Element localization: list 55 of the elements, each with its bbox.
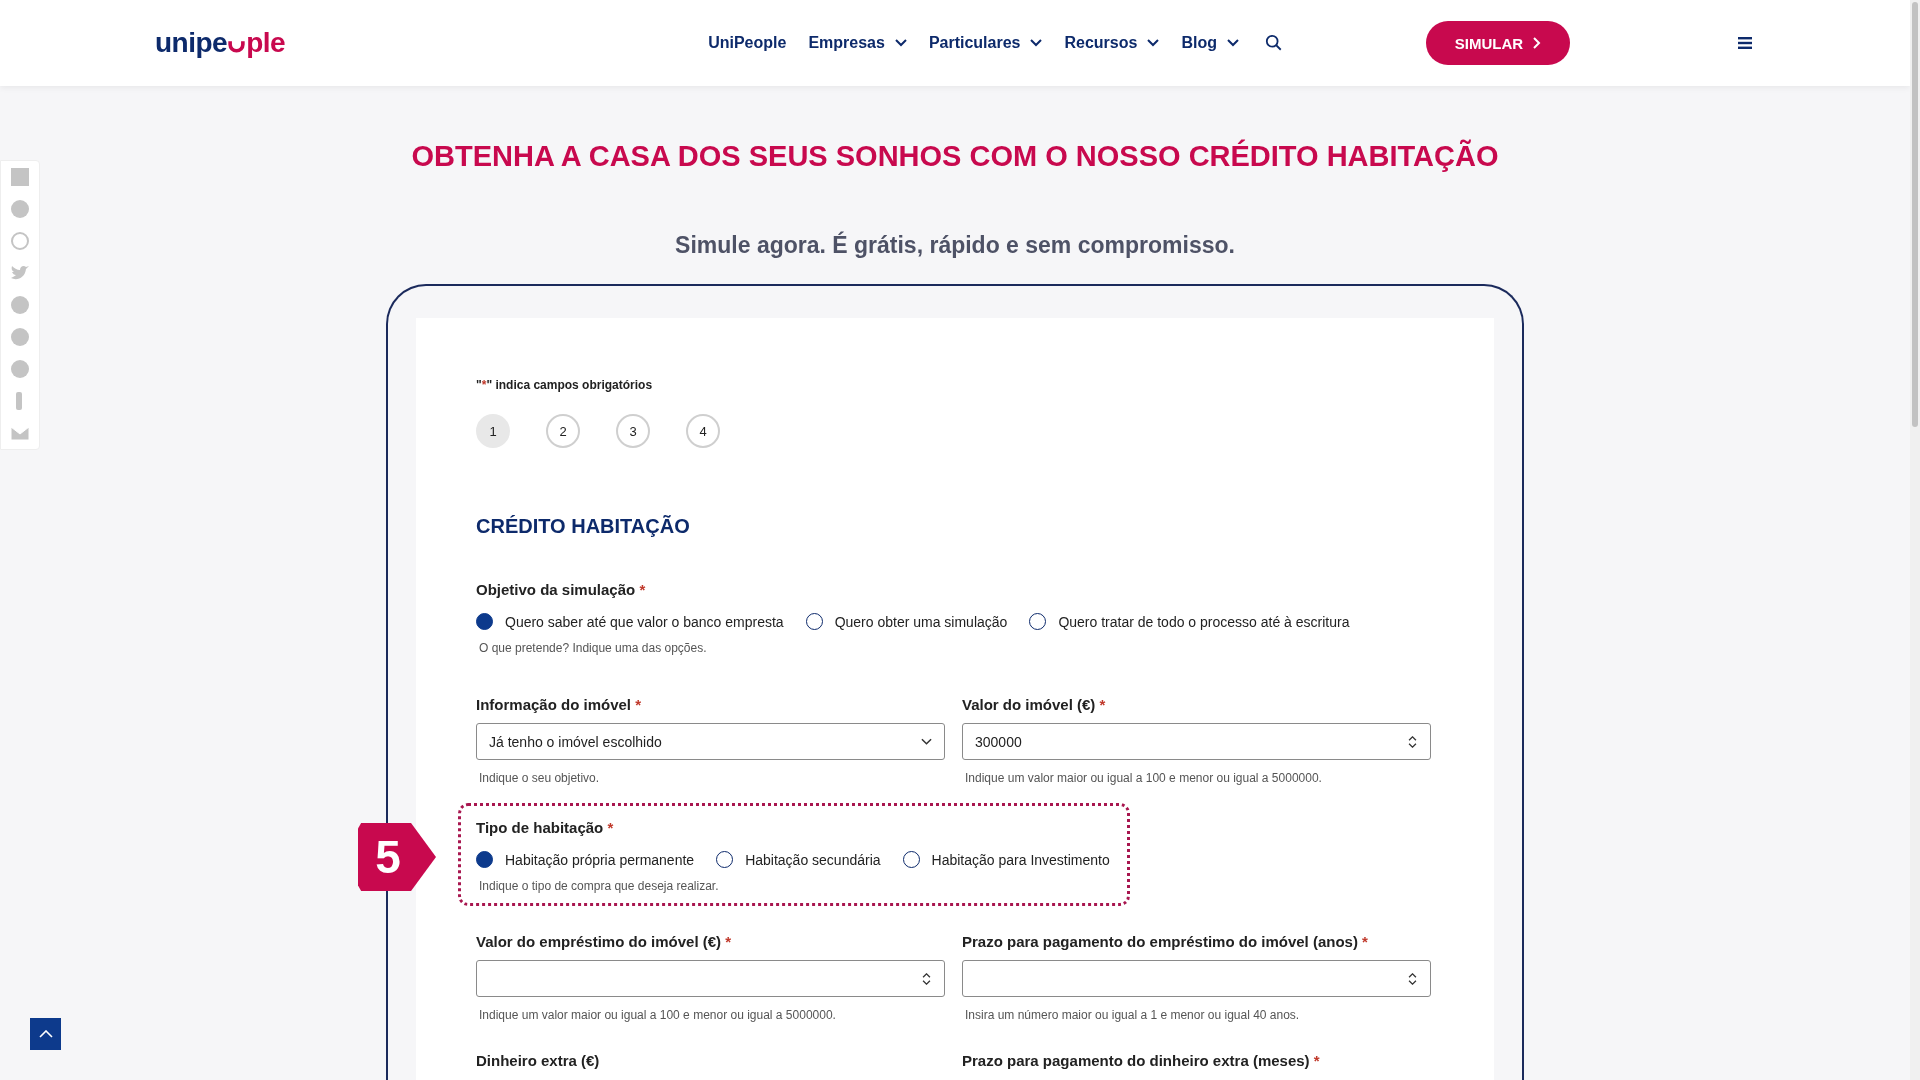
step-indicator[interactable]: 1 <box>476 414 510 448</box>
scrollbar[interactable] <box>1910 0 1920 1080</box>
radio-option[interactable]: Habitação secundária <box>716 851 881 868</box>
radio-button[interactable] <box>476 851 493 868</box>
chevron-right-icon <box>1533 37 1542 49</box>
help-text: Indique o seu objetivo. <box>478 771 601 785</box>
radio-option[interactable]: Quero tratar de todo o processo até à escritura <box>1029 613 1350 630</box>
chevron-down-icon <box>1147 39 1160 47</box>
spinner-icon <box>1407 735 1418 748</box>
number-field[interactable]: 300000 <box>962 723 1431 760</box>
nav-link[interactable]: Empresas <box>808 34 907 52</box>
radio-option[interactable]: Habitação própria permanente <box>476 851 695 868</box>
step-badge: 5 <box>358 823 436 891</box>
required-note: "*" indica campos obrigatórios <box>476 378 654 392</box>
section-title: CRÉDITO HABITAÇÃO <box>476 515 691 538</box>
field-label: Valor do empréstimo do imóvel (€) * <box>476 932 733 952</box>
field-label: Informação do imóvel * <box>476 695 643 715</box>
select-field[interactable]: Já tenho o imóvel escolhido <box>476 723 945 760</box>
chevron-down-icon <box>1226 39 1239 47</box>
help-text: Indique um valor maior ou igual a 100 e menor ou igual a 5000000. <box>964 771 1323 785</box>
page-title: OBTENHA A CASA DOS SEUS SONHOS COM O NOSSO CRÉDITO HABITAÇÃO <box>411 138 1499 174</box>
number-field[interactable] <box>476 960 945 997</box>
number-field[interactable] <box>962 960 1431 997</box>
nav-link[interactable]: UniPeople <box>708 34 787 52</box>
nav-link[interactable]: Particulares <box>928 34 1043 52</box>
chevron-down-icon <box>1030 39 1043 47</box>
field-label: Valor do imóvel (€) * <box>962 695 1107 715</box>
simulate-button[interactable]: SIMULAR <box>1425 21 1570 65</box>
step-indicator[interactable]: 2 <box>546 414 580 448</box>
logo[interactable]: unipe ple <box>155 27 286 59</box>
field-label: Tipo de habitação * <box>476 818 615 838</box>
field-label: Prazo para pagamento do dinheiro extra (meses) * <box>962 1052 1321 1070</box>
menu-icon[interactable] <box>1738 37 1752 49</box>
search-icon[interactable] <box>1264 34 1283 52</box>
field-label: Dinheiro extra (€) <box>476 1052 601 1070</box>
help-text: Insira um número maior ou igual a 1 e menor ou igual 40 anos. <box>964 1008 1301 1022</box>
field-label: Objetivo da simulação * <box>476 580 647 600</box>
step-indicator[interactable]: 3 <box>616 414 650 448</box>
radio-option[interactable]: Habitação para Investimento <box>902 851 1110 868</box>
radio-option[interactable]: Quero obter uma simulação <box>805 613 1008 630</box>
help-text: Indique um valor maior ou igual a 100 e menor ou igual a 5000000. <box>478 1008 837 1022</box>
help-text: O que pretende? Indique uma das opções. <box>478 641 708 655</box>
nav-link[interactable]: Recursos <box>1064 34 1160 52</box>
back-to-top-button[interactable] <box>30 1018 61 1050</box>
field-label: Prazo para pagamento do empréstimo do imóvel (anos) * <box>962 932 1369 952</box>
help-text: Indique o tipo de compra que deseja realizar. <box>478 879 720 893</box>
spinner-icon <box>1407 972 1418 985</box>
chevron-up-icon <box>38 1030 53 1038</box>
spinner-icon <box>921 972 932 985</box>
radio-button[interactable] <box>476 613 493 630</box>
step-indicator[interactable]: 4 <box>686 414 720 448</box>
chevron-down-icon <box>894 39 907 47</box>
nav-link[interactable]: Blog <box>1181 34 1239 52</box>
radio-option[interactable]: Quero saber até que valor o banco empresta <box>476 613 784 630</box>
page-subtitle: Simule agora. É grátis, rápido e sem compromisso. <box>675 230 1235 260</box>
